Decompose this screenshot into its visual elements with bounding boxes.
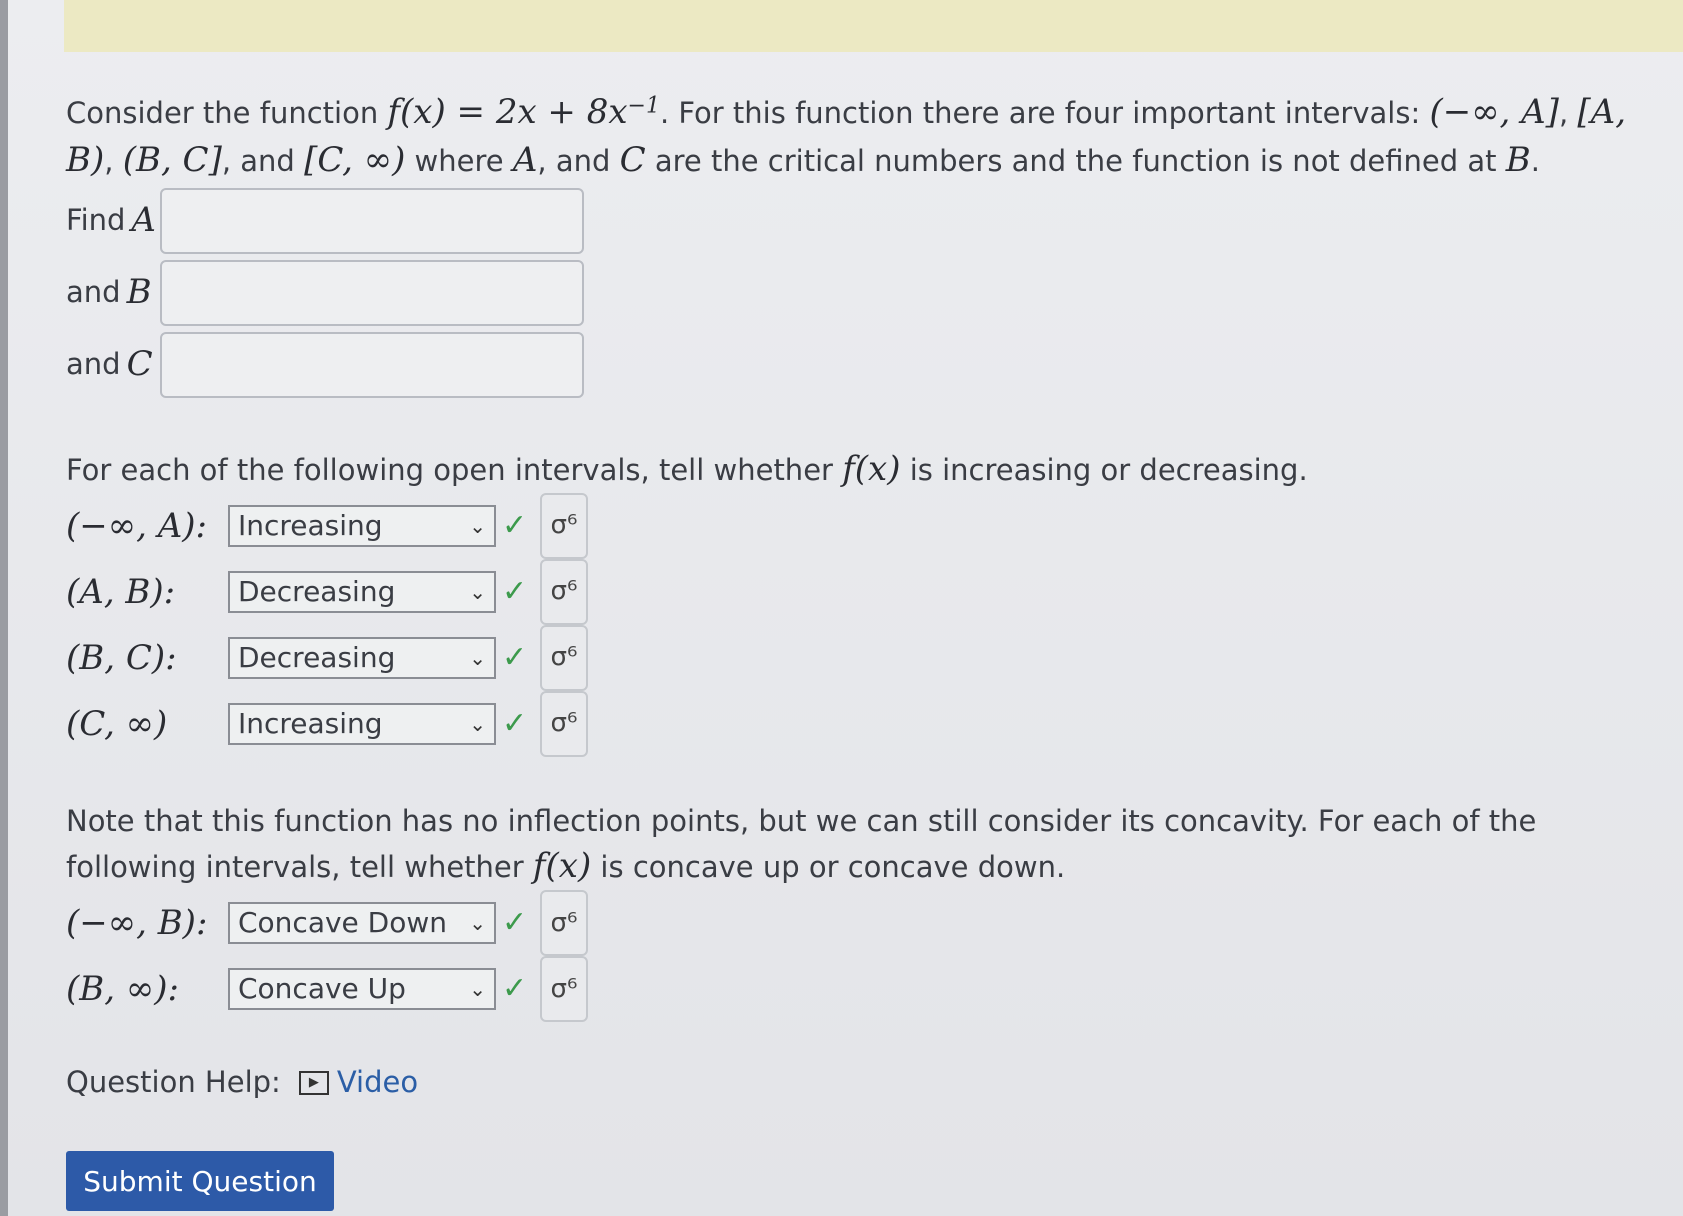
inc-row-3-select[interactable]: Decreasing ⌄ [228,636,496,679]
conc-row-1-select[interactable]: Concave Down ⌄ [228,902,496,945]
question-help-label: Question Help: [66,1065,281,1100]
find-a-label: Find A [66,196,160,244]
conc-row-1-interval: (−∞, B): [66,903,208,944]
var-b: B [1505,140,1531,181]
interval-1: (−∞, A] [1429,92,1559,132]
find-a-row: Find A [66,185,1656,257]
var-c: C [619,140,646,181]
period: . [1530,144,1540,179]
problem-statement: Consider the function f(x) = 2x + 8x−1. … [66,88,1656,185]
check-icon: ✓ [502,904,528,940]
inc-row-4-value: Increasing [238,706,383,740]
chevron-down-icon: ⌄ [469,513,486,538]
inc-prompt-after: is increasing or decreasing. [900,452,1308,487]
symbol-icon[interactable]: σ⁶ [540,690,588,757]
symbol-icon[interactable]: σ⁶ [540,956,588,1023]
inc-row-2: (A, B): Decreasing ⌄ ✓ σ⁶ [66,558,1656,625]
find-b-var: B [126,272,152,313]
conc-fx: f(x) [532,845,592,886]
inc-row-2-interval: (A, B): [66,571,176,612]
conc-row-2-interval: (B, ∞): [66,969,179,1010]
check-icon: ✓ [502,573,528,609]
answer-c-input[interactable] [160,331,584,398]
submit-question-button[interactable]: Submit Question [66,1151,334,1212]
inc-row-3: (B, C): Decreasing ⌄ ✓ σ⁶ [66,624,1656,691]
conc-row-2: (B, ∞): Concave Up ⌄ ✓ σ⁶ [66,956,1656,1023]
inc-prompt-before: For each of the following open intervals… [66,452,843,487]
check-icon: ✓ [502,507,528,543]
intro-text: Consider the function [66,96,388,130]
increasing-prompt: For each of the following open intervals… [66,445,1656,493]
var-a: A [512,140,538,181]
symbol-icon[interactable]: σ⁶ [540,492,588,559]
video-link[interactable]: ▶ Video [298,1062,419,1103]
interval-4: [C, ∞) [304,140,406,181]
check-icon: ✓ [502,639,528,675]
symbol-icon[interactable]: σ⁶ [540,890,588,957]
function-expression: f(x) = 2x + 8x [387,92,628,132]
check-icon: ✓ [502,970,528,1006]
conc-prompt-after: is concave up or concave down. [591,849,1066,884]
find-c-row: and C [66,329,1656,401]
find-c-label: and C [66,340,160,388]
and-word: , and [221,144,305,179]
chevron-down-icon: ⌄ [469,911,486,936]
conc-row-1: (−∞, B): Concave Down ⌄ ✓ σ⁶ [66,890,1656,957]
inc-row-4: (C, ∞) Increasing ⌄ ✓ σ⁶ [66,690,1656,757]
comma-1: , [1558,96,1578,130]
and-b-word: and [66,274,121,309]
left-edge [0,0,8,1216]
find-word: Find [66,202,126,237]
chevron-down-icon: ⌄ [469,579,486,604]
inc-row-1-select[interactable]: Increasing ⌄ [228,504,496,547]
question-help: Question Help: ▶ Video [66,1062,1656,1103]
inc-row-2-select[interactable]: Decreasing ⌄ [228,570,496,613]
find-b-row: and B [66,257,1656,329]
find-b-label: and B [66,268,160,316]
inc-row-3-value: Decreasing [238,640,396,674]
conc-row-2-select[interactable]: Concave Up ⌄ [228,968,496,1011]
inc-row-2-value: Decreasing [238,574,396,608]
check-icon: ✓ [502,705,528,741]
answer-a-input[interactable] [160,187,584,254]
where-text: where [405,144,513,179]
interval-3: (B, C] [122,140,222,181]
page: Consider the function f(x) = 2x + 8x−1. … [0,0,1683,1216]
inc-row-1-interval: (−∞, A): [66,505,207,546]
critical-text: are the critical numbers and the functio… [645,144,1506,179]
top-banner [64,0,1683,52]
inc-row-1-value: Increasing [238,508,383,542]
conc-row-1-value: Concave Down [238,906,448,940]
find-c-var: C [126,344,153,385]
find-a-var: A [131,200,156,241]
chevron-down-icon: ⌄ [469,711,486,736]
and-text: , and [537,144,620,179]
chevron-down-icon: ⌄ [469,645,486,670]
function-exponent: −1 [627,93,660,119]
chevron-down-icon: ⌄ [469,977,486,1002]
concavity-prompt: Note that this function has no inflectio… [66,801,1656,890]
video-link-label: Video [336,1065,419,1100]
intro-after-text: . For this function there are four impor… [659,96,1430,130]
inc-fx: f(x) [842,448,901,489]
symbol-icon[interactable]: σ⁶ [540,558,588,625]
inc-row-3-interval: (B, C): [66,637,177,678]
comma-2: , [104,144,123,179]
answer-b-input[interactable] [160,259,584,326]
symbol-icon[interactable]: σ⁶ [540,624,588,691]
inc-row-1: (−∞, A): Increasing ⌄ ✓ σ⁶ [66,492,1656,559]
inc-row-4-interval: (C, ∞) [66,703,168,744]
conc-row-2-value: Concave Up [238,972,406,1006]
inc-row-4-select[interactable]: Increasing ⌄ [228,702,496,745]
video-icon: ▶ [298,1070,329,1095]
question-content: Consider the function f(x) = 2x + 8x−1. … [66,88,1656,1212]
and-c-word: and [66,346,121,381]
